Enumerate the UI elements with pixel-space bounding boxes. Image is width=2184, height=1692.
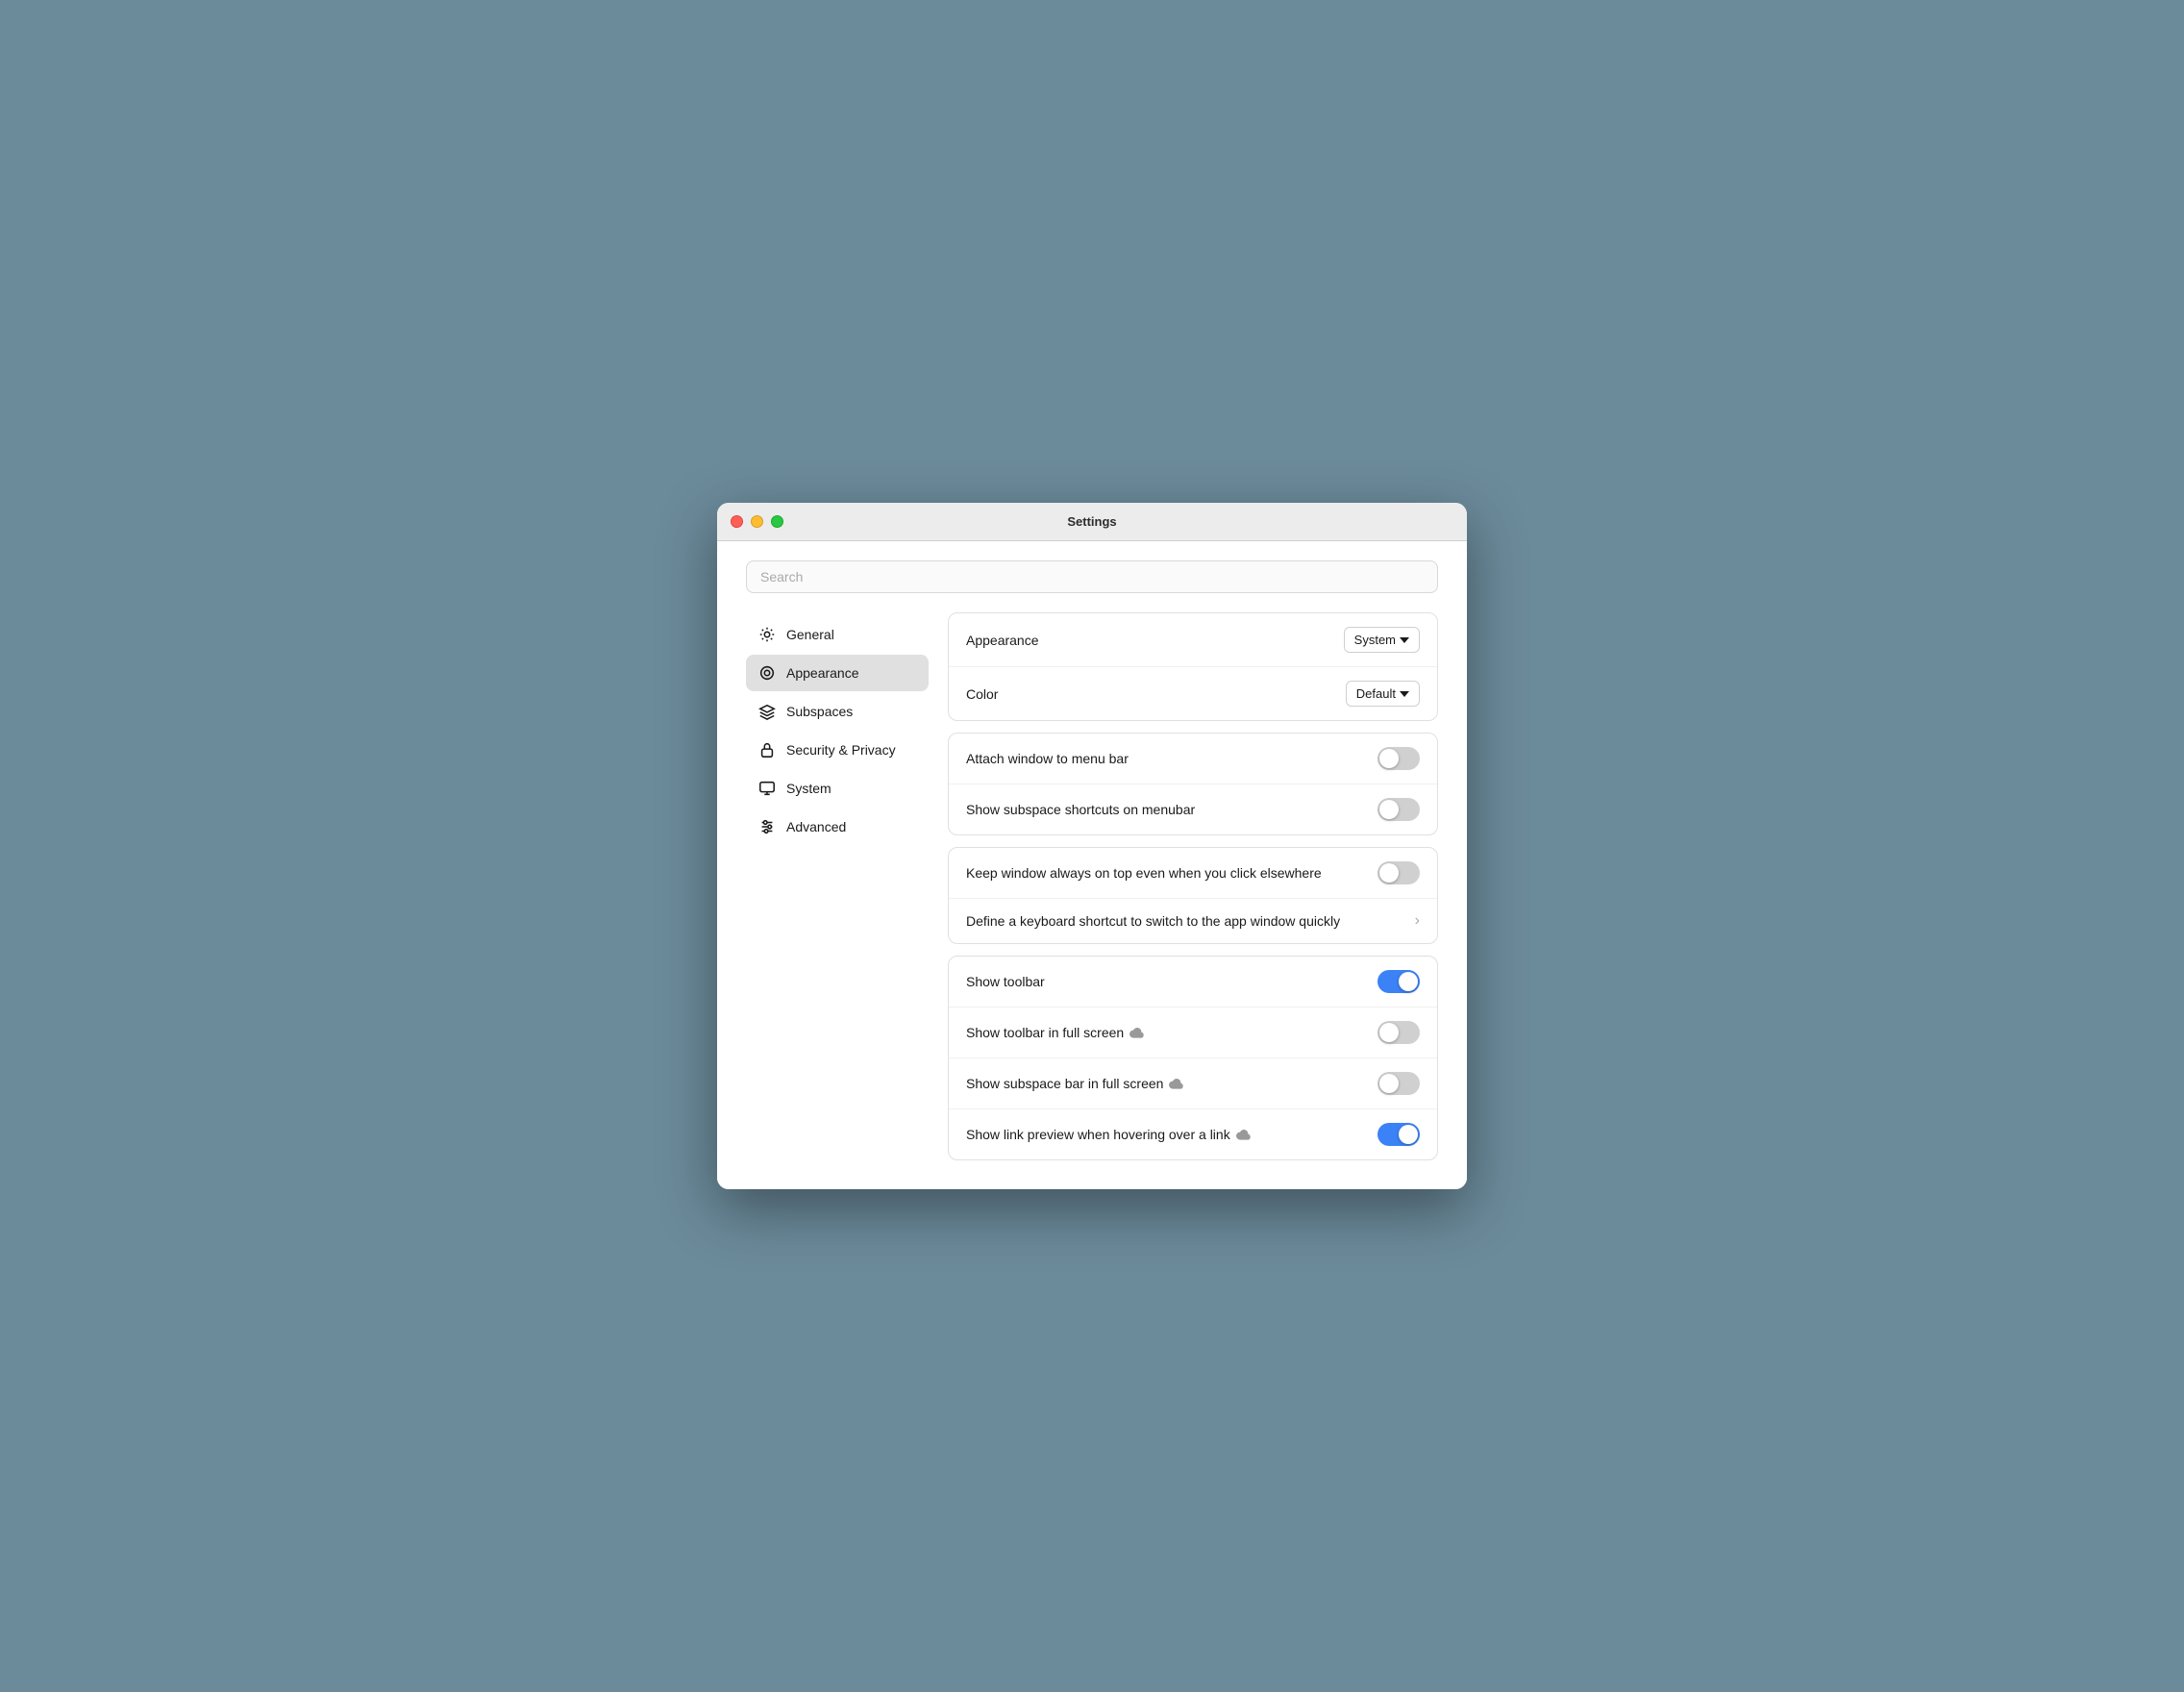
show-toolbar-toggle[interactable]: [1377, 970, 1420, 993]
attach-window-row: Attach window to menu bar: [949, 734, 1437, 784]
settings-window: Settings General: [717, 503, 1467, 1189]
color-setting-row: Color Default: [949, 667, 1437, 720]
sidebar-item-general[interactable]: General: [746, 616, 929, 653]
show-toolbar-fullscreen-label: Show toolbar in full screen: [966, 1025, 1145, 1040]
cloud-icon-2: [1169, 1078, 1184, 1089]
show-toolbar-fullscreen-slider: [1377, 1021, 1420, 1044]
theme-card: Appearance System Color Default: [948, 612, 1438, 721]
sliders-icon: [757, 817, 777, 836]
show-toolbar-fullscreen-row: Show toolbar in full screen: [949, 1008, 1437, 1058]
show-subspace-shortcuts-slider: [1377, 798, 1420, 821]
show-subspace-shortcuts-label: Show subspace shortcuts on menubar: [966, 802, 1195, 817]
gear-icon: [757, 625, 777, 644]
appearance-icon: [757, 663, 777, 683]
search-input[interactable]: [746, 560, 1438, 593]
sidebar: General Appearance: [746, 612, 929, 1160]
appearance-value: System: [1354, 633, 1396, 647]
show-link-preview-row: Show link preview when hovering over a l…: [949, 1109, 1437, 1159]
sidebar-item-appearance-label: Appearance: [786, 665, 859, 681]
sidebar-item-security-privacy[interactable]: Security & Privacy: [746, 732, 929, 768]
layers-icon: [757, 702, 777, 721]
window-card: Keep window always on top even when you …: [948, 847, 1438, 944]
window-body: General Appearance: [717, 541, 1467, 1189]
content-area: General Appearance: [746, 612, 1438, 1160]
cloud-icon-3: [1236, 1129, 1252, 1140]
appearance-setting-row: Appearance System: [949, 613, 1437, 667]
cloud-icon-1: [1129, 1027, 1145, 1038]
maximize-button[interactable]: [771, 515, 783, 528]
show-toolbar-slider: [1377, 970, 1420, 993]
show-link-preview-slider: [1377, 1123, 1420, 1146]
show-subspace-bar-fullscreen-label: Show subspace bar in full screen: [966, 1076, 1184, 1091]
show-toolbar-label: Show toolbar: [966, 974, 1045, 989]
show-subspace-shortcuts-toggle[interactable]: [1377, 798, 1420, 821]
color-value: Default: [1356, 686, 1396, 701]
show-subspace-bar-fullscreen-slider: [1377, 1072, 1420, 1095]
titlebar: Settings: [717, 503, 1467, 541]
sidebar-item-appearance[interactable]: Appearance: [746, 655, 929, 691]
show-toolbar-fullscreen-toggle[interactable]: [1377, 1021, 1420, 1044]
keep-window-top-toggle[interactable]: [1377, 861, 1420, 884]
sidebar-item-system[interactable]: System: [746, 770, 929, 807]
keyboard-shortcut-label: Define a keyboard shortcut to switch to …: [966, 913, 1340, 929]
close-button[interactable]: [731, 515, 743, 528]
attach-window-label: Attach window to menu bar: [966, 751, 1129, 766]
keyboard-shortcut-row[interactable]: Define a keyboard shortcut to switch to …: [949, 899, 1437, 943]
attach-window-toggle[interactable]: [1377, 747, 1420, 770]
appearance-label: Appearance: [966, 633, 1039, 648]
color-dropdown[interactable]: Default: [1346, 681, 1420, 707]
search-container: [746, 560, 1438, 593]
menubar-card: Attach window to menu bar Show subspace …: [948, 733, 1438, 835]
lock-icon: [757, 740, 777, 759]
traffic-lights: [731, 515, 783, 528]
main-content: Appearance System Color Default: [929, 612, 1438, 1160]
sidebar-item-advanced[interactable]: Advanced: [746, 809, 929, 845]
sidebar-item-advanced-label: Advanced: [786, 819, 846, 834]
toolbar-card: Show toolbar Show toolbar in full screen: [948, 956, 1438, 1160]
keep-window-top-row: Keep window always on top even when you …: [949, 848, 1437, 899]
show-subspace-bar-fullscreen-toggle[interactable]: [1377, 1072, 1420, 1095]
sidebar-item-security-label: Security & Privacy: [786, 742, 896, 758]
show-subspace-shortcuts-row: Show subspace shortcuts on menubar: [949, 784, 1437, 834]
appearance-dropdown[interactable]: System: [1344, 627, 1420, 653]
sidebar-item-system-label: System: [786, 781, 831, 796]
monitor-icon: [757, 779, 777, 798]
show-link-preview-label: Show link preview when hovering over a l…: [966, 1127, 1252, 1142]
minimize-button[interactable]: [751, 515, 763, 528]
sidebar-item-subspaces-label: Subspaces: [786, 704, 853, 719]
color-label: Color: [966, 686, 998, 702]
window-title: Settings: [1067, 514, 1116, 529]
sidebar-item-general-label: General: [786, 627, 834, 642]
chevron-right-icon: ›: [1415, 912, 1420, 930]
show-link-preview-toggle[interactable]: [1377, 1123, 1420, 1146]
keep-window-top-label: Keep window always on top even when you …: [966, 865, 1322, 881]
attach-window-slider: [1377, 747, 1420, 770]
keep-window-top-slider: [1377, 861, 1420, 884]
show-subspace-bar-fullscreen-row: Show subspace bar in full screen: [949, 1058, 1437, 1109]
show-toolbar-row: Show toolbar: [949, 957, 1437, 1008]
sidebar-item-subspaces[interactable]: Subspaces: [746, 693, 929, 730]
